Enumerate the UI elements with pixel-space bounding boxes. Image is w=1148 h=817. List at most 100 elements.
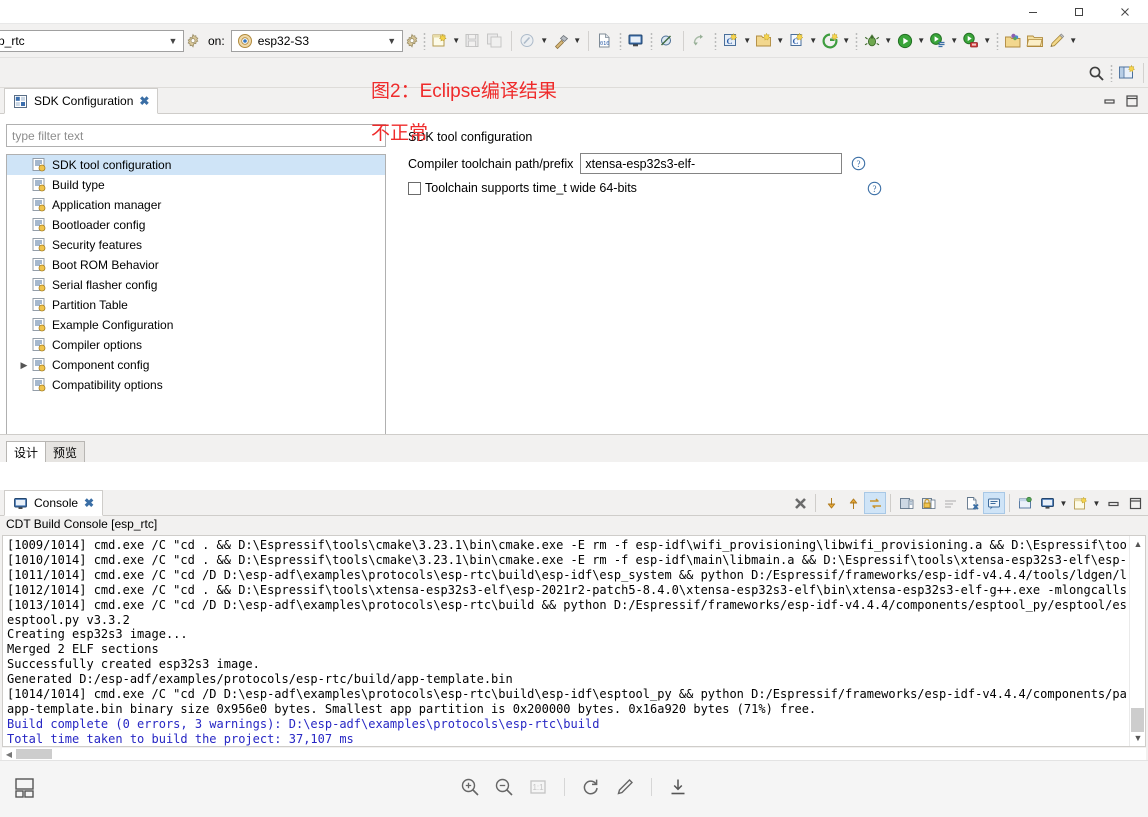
tab-console[interactable]: Console ✖: [4, 490, 104, 516]
run-configs-dropdown-arrow[interactable]: ▼: [949, 30, 960, 52]
scroll-left-arrow-icon[interactable]: ◀: [3, 749, 15, 759]
search-input[interactable]: [6, 124, 386, 147]
tree-item-label: Security features: [52, 238, 143, 252]
binary-file-icon[interactable]: 010: [594, 30, 616, 52]
tree-item-sdk-tool-configuration[interactable]: SDK tool configuration: [7, 155, 385, 175]
project-settings-gear-icon[interactable]: [185, 33, 201, 49]
run-icon[interactable]: [894, 30, 916, 52]
new-c-project-icon[interactable]: [753, 30, 775, 52]
console-horizontal-scrollbar[interactable]: ◀: [2, 748, 1146, 760]
display-console-dropdown-arrow[interactable]: ▼: [1058, 492, 1069, 514]
editor-bottom-tab-0[interactable]: 设计: [6, 441, 47, 462]
scroll-up-icon[interactable]: [842, 492, 864, 514]
open-type-icon[interactable]: [1002, 30, 1024, 52]
console-output[interactable]: [1009/1014] cmd.exe /C "cd . && D:\Espre…: [2, 535, 1146, 747]
minimize-view-icon[interactable]: [1102, 93, 1118, 109]
pen-icon[interactable]: [1046, 30, 1068, 52]
new-c-file-dropdown-arrow[interactable]: ▼: [808, 30, 819, 52]
open-perspective-icon[interactable]: [1116, 62, 1138, 84]
build-hammer-icon[interactable]: [550, 30, 572, 52]
editor-bottom-tab-1[interactable]: 预览: [45, 441, 86, 462]
remove-console-icon[interactable]: [961, 492, 983, 514]
run-configs-icon[interactable]: [927, 30, 949, 52]
target-combo[interactable]: esp32-S3 ▼: [230, 29, 403, 52]
new-file-icon[interactable]: [429, 30, 451, 52]
clear-console-icon[interactable]: [895, 492, 917, 514]
new-git-icon[interactable]: [819, 30, 841, 52]
secondary-toolbar: [0, 58, 1148, 88]
new-c-class-dropdown-arrow[interactable]: ▼: [742, 30, 753, 52]
maximize-button[interactable]: [1056, 0, 1102, 24]
tree-item-example-configuration[interactable]: Example Configuration: [7, 315, 385, 335]
target-settings-gear-icon[interactable]: [404, 33, 420, 49]
toolchain-prefix-input[interactable]: [580, 153, 843, 174]
chevron-right-icon[interactable]: ▶: [17, 360, 31, 371]
new-console-icon[interactable]: [1069, 492, 1091, 514]
maximize-view-icon[interactable]: [1124, 492, 1146, 514]
new-c-project-dropdown-arrow[interactable]: ▼: [775, 30, 786, 52]
scrollbar-thumb[interactable]: [16, 749, 52, 759]
console-line: [1013/1014] cmd.exe /C "cd /D D:\esp-adf…: [7, 597, 1127, 612]
zoom-out-icon[interactable]: [492, 775, 516, 799]
maximize-view-icon[interactable]: [1124, 93, 1140, 109]
pen-dropdown-arrow[interactable]: ▼: [1068, 30, 1079, 52]
timet-64bit-label: Toolchain supports time_t wide 64-bits: [425, 181, 637, 195]
toolbar-drag-handle[interactable]: [422, 31, 426, 50]
edit-pen-icon[interactable]: [613, 775, 637, 799]
new-console-dropdown-arrow[interactable]: ▼: [1091, 492, 1102, 514]
tree-item-build-type[interactable]: Build type: [7, 175, 385, 195]
debug-dropdown-arrow[interactable]: ▼: [539, 30, 550, 52]
scroll-down-arrow-icon[interactable]: ▼: [1130, 730, 1145, 746]
scroll-lock-icon[interactable]: [864, 492, 886, 514]
close-icon[interactable]: ✖: [139, 94, 149, 108]
run-dropdown-arrow[interactable]: ▼: [916, 30, 927, 52]
scrollbar-thumb[interactable]: [1131, 708, 1144, 732]
new-git-dropdown-arrow[interactable]: ▼: [841, 30, 852, 52]
close-icon[interactable]: ✖: [84, 496, 94, 510]
open-folder-icon[interactable]: [1024, 30, 1046, 52]
console-icon[interactable]: [625, 30, 647, 52]
display-console-icon[interactable]: [1036, 492, 1058, 514]
new-file-dropdown-arrow[interactable]: ▼: [451, 30, 462, 52]
tree-item-serial-flasher-config[interactable]: Serial flasher config: [7, 275, 385, 295]
new-c-file-icon[interactable]: C: [786, 30, 808, 52]
run-ant-dropdown-arrow[interactable]: ▼: [982, 30, 993, 52]
rotate-icon[interactable]: [579, 775, 603, 799]
new-c-class-icon[interactable]: C: [720, 30, 742, 52]
minimize-button[interactable]: [1010, 0, 1056, 24]
pin-console-icon[interactable]: [1014, 492, 1036, 514]
tab-sdk-configuration[interactable]: SDK Configuration ✖: [4, 88, 159, 114]
sdk-configuration-editor: SDK Configuration ✖ SDK tool configurati…: [0, 88, 1148, 490]
tree-item-compiler-options[interactable]: Compiler options: [7, 335, 385, 355]
console-tab-label: Console: [34, 496, 79, 510]
debug-bug-icon[interactable]: [861, 30, 883, 52]
window-controls: [1010, 0, 1148, 24]
search-icon[interactable]: [1085, 62, 1107, 84]
scroll-down-icon[interactable]: [820, 492, 842, 514]
show-console-icon[interactable]: [983, 492, 1005, 514]
tree-item-application-manager[interactable]: Application manager: [7, 195, 385, 215]
project-combo[interactable]: p_rtc ▼: [0, 29, 184, 52]
close-button[interactable]: [1102, 0, 1148, 24]
tree-item-partition-table[interactable]: Partition Table: [7, 295, 385, 315]
tree-item-component-config[interactable]: ▶ Component config: [7, 355, 385, 375]
tree-item-security-features[interactable]: Security features: [7, 235, 385, 255]
build-dropdown-arrow[interactable]: ▼: [572, 30, 583, 52]
skip-breakpoints-icon[interactable]: [656, 30, 678, 52]
tree-item-bootloader-config[interactable]: Bootloader config: [7, 215, 385, 235]
tree-item-boot-rom-behavior[interactable]: Boot ROM Behavior: [7, 255, 385, 275]
debug-bug-dropdown-arrow[interactable]: ▼: [883, 30, 894, 52]
config-tree[interactable]: SDK tool configuration Build type Applicat…: [6, 154, 386, 444]
lock-console-icon[interactable]: [917, 492, 939, 514]
console-vertical-scrollbar[interactable]: ▲ ▼: [1129, 536, 1145, 746]
minimize-view-icon[interactable]: [1102, 492, 1124, 514]
timet-64bit-checkbox[interactable]: [408, 181, 421, 195]
terminate-icon[interactable]: [789, 492, 811, 514]
zoom-in-icon[interactable]: [458, 775, 482, 799]
tree-item-compatibility-options[interactable]: Compatibility options: [7, 375, 385, 395]
scroll-up-arrow-icon[interactable]: ▲: [1130, 536, 1145, 552]
help-icon[interactable]: ?: [867, 181, 882, 196]
help-icon[interactable]: ?: [851, 156, 866, 171]
run-ant-icon[interactable]: [960, 30, 982, 52]
download-icon[interactable]: [666, 775, 690, 799]
